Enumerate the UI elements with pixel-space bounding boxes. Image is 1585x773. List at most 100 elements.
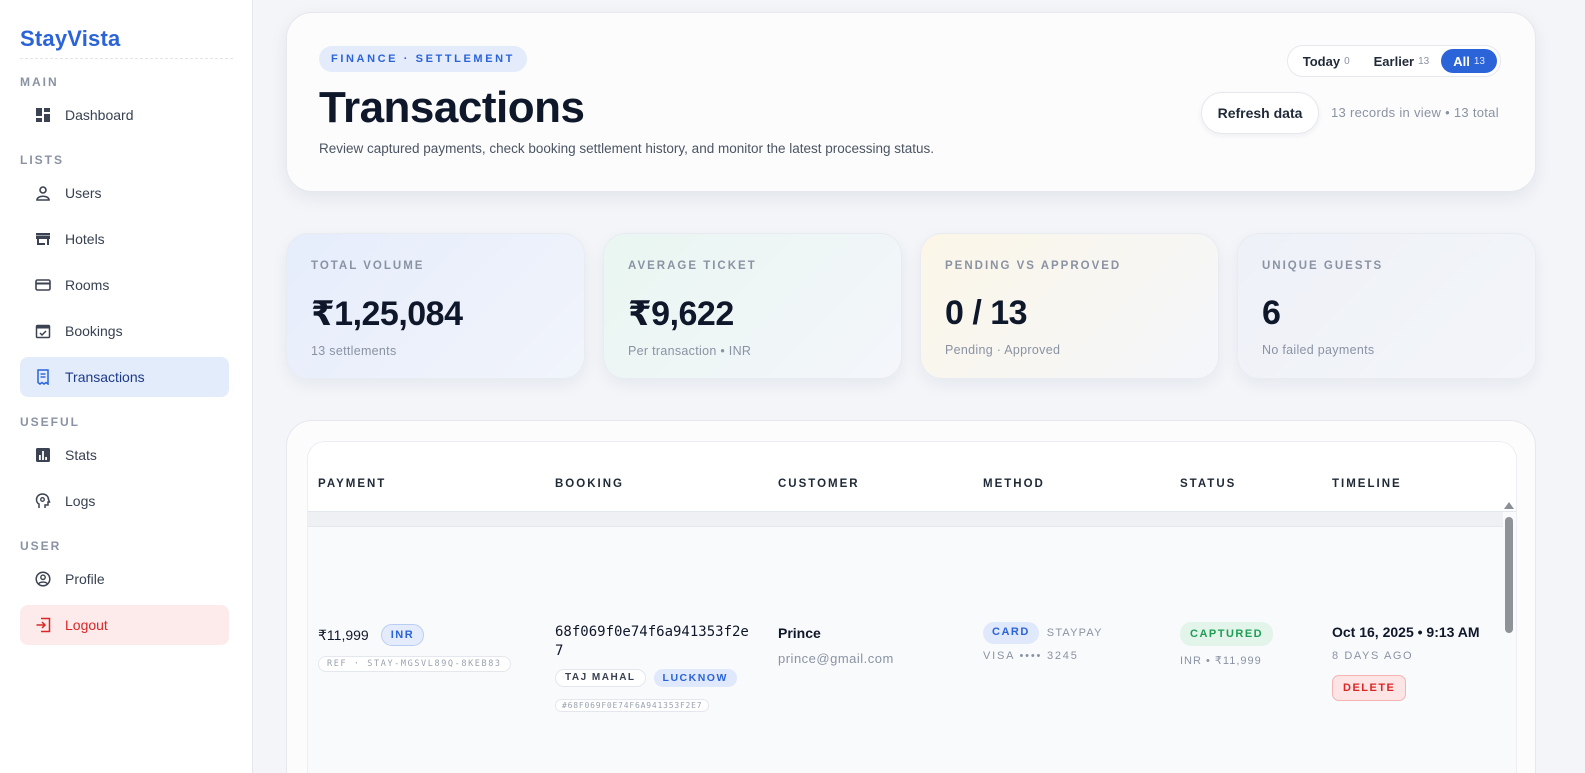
transactions-table-card: PAYMENT BOOKING CUSTOMER METHOD STATUS T… [286, 420, 1536, 773]
sidebar-item-label: Profile [65, 571, 105, 587]
sidebar-item-label: Hotels [65, 231, 105, 247]
booking-id[interactable]: 68f069f0e74f6a941353f2e7 [555, 623, 755, 661]
status-subtext: INR • ₹11,999 [1180, 655, 1262, 667]
logout-button[interactable]: Logout [20, 605, 229, 645]
sidebar-section-useful: USEFUL [20, 415, 80, 429]
scroll-up-arrow-icon[interactable] [1504, 502, 1514, 509]
receipt-icon [35, 369, 51, 385]
sidebar-section-user: USER [20, 539, 62, 553]
stat-label: PENDING VS APPROVED [945, 260, 1122, 272]
booking-hash: #68F069F0E74F6A941353F2E7 [555, 695, 710, 713]
sidebar-item-bookings[interactable]: Bookings [20, 311, 229, 351]
payment-cell: ₹11,999 INR [318, 624, 425, 646]
sidebar-section-main: MAIN [20, 75, 59, 89]
payment-ref-text: REF · STAY-MGSVL89Q-8KEB83 [318, 656, 511, 672]
table-scrollbar-thumb[interactable] [1505, 517, 1513, 633]
transaction-time: Oct 16, 2025 • 9:13 AM [1332, 624, 1480, 640]
sidebar-item-stats[interactable]: Stats [20, 435, 229, 475]
store-icon [35, 231, 51, 247]
stat-subtext: Pending · Approved [945, 343, 1061, 357]
delete-cell: DELETE [1332, 675, 1407, 701]
sidebar-item-profile[interactable]: Profile [20, 559, 229, 599]
refresh-data-button[interactable]: Refresh data [1201, 92, 1319, 134]
sidebar-item-logs[interactable]: Logs [20, 481, 229, 521]
filter-label: Today [1302, 53, 1341, 69]
sidebar-item-label: Logs [65, 493, 96, 509]
payment-ref: REF · STAY-MGSVL89Q-8KEB83 [318, 653, 511, 672]
table-subheader-divider [308, 512, 1503, 527]
status-cell: CAPTURED [1180, 622, 1274, 646]
sidebar-item-dashboard[interactable]: Dashboard [20, 95, 229, 135]
sidebar-item-transactions[interactable]: Transactions [20, 357, 229, 397]
sidebar-item-label: Logout [65, 617, 108, 633]
section-eyebrow: FINANCE · SETTLEMENT [319, 46, 527, 72]
method-cell: CARD STAYPAY [983, 622, 1103, 644]
stat-value: ₹9,622 [628, 295, 734, 333]
sidebar-item-rooms[interactable]: Rooms [20, 265, 229, 305]
gateway-name: STAYPAY [1046, 627, 1103, 639]
column-header-status[interactable]: STATUS [1180, 478, 1236, 490]
sidebar: StayVista MAIN Dashboard LISTS Users Hot… [0, 0, 253, 773]
filter-label: Earlier [1373, 53, 1415, 69]
transactions-table: PAYMENT BOOKING CUSTOMER METHOD STATUS T… [307, 441, 1517, 773]
bar-chart-icon [35, 447, 51, 463]
sidebar-item-label: Users [65, 185, 102, 201]
filter-today[interactable]: Today 0 [1291, 49, 1362, 73]
stat-subtext: No failed payments [1262, 343, 1375, 357]
stat-card-pending-vs-approved: PENDING VS APPROVED 0 / 13 Pending · App… [920, 233, 1219, 379]
customer-name: Prince [778, 625, 821, 641]
relative-time: 8 DAYS AGO [1332, 650, 1414, 662]
stat-label: AVERAGE TICKET [628, 260, 757, 272]
sidebar-section-lists: LISTS [20, 153, 65, 167]
table-header: PAYMENT BOOKING CUSTOMER METHOD STATUS T… [308, 442, 1516, 512]
filter-all[interactable]: All 13 [1441, 49, 1497, 73]
stat-label: UNIQUE GUESTS [1262, 260, 1384, 272]
booking-tags: TAJ MAHAL LUCKNOW [555, 669, 737, 687]
records-count-text: 13 records in view • 13 total [1331, 105, 1499, 120]
column-header-timeline[interactable]: TIMELINE [1332, 478, 1402, 490]
logout-icon [35, 617, 51, 633]
page-subtitle: Review captured payments, check booking … [319, 141, 935, 156]
column-header-booking[interactable]: BOOKING [555, 478, 624, 490]
delete-button[interactable]: DELETE [1332, 675, 1407, 701]
stat-value: 6 [1262, 294, 1281, 332]
user-icon [35, 185, 51, 201]
stat-value: 0 / 13 [945, 294, 1028, 332]
psychology-icon [35, 493, 51, 509]
payment-amount: ₹11,999 [318, 626, 369, 643]
stat-subtext: 13 settlements [311, 344, 397, 358]
status-badge: CAPTURED [1180, 622, 1274, 646]
sidebar-item-hotels[interactable]: Hotels [20, 219, 229, 259]
column-header-customer[interactable]: CUSTOMER [778, 478, 860, 490]
hotel-badge: TAJ MAHAL [555, 669, 646, 687]
city-badge: LUCKNOW [653, 669, 737, 687]
calendar-check-icon [35, 323, 51, 339]
sidebar-item-label: Stats [65, 447, 97, 463]
booking-hash-text: #68F069F0E74F6A941353F2E7 [555, 699, 710, 712]
page-header: FINANCE · SETTLEMENT Transactions Review… [286, 12, 1536, 192]
filter-count: 0 [1344, 55, 1350, 67]
app-logo[interactable]: StayVista [20, 26, 233, 59]
stat-card-total-volume: TOTAL VOLUME ₹1,25,084 13 settlements [286, 233, 585, 379]
stat-card-unique-guests: UNIQUE GUESTS 6 No failed payments [1237, 233, 1536, 379]
credit-card-icon [35, 277, 51, 293]
dashboard-icon [35, 107, 51, 123]
sidebar-item-label: Transactions [65, 369, 145, 385]
filter-earlier[interactable]: Earlier 13 [1362, 49, 1442, 73]
customer-email[interactable]: prince@gmail.com [778, 651, 894, 666]
account-circle-icon [35, 571, 51, 587]
stat-card-average-ticket: AVERAGE TICKET ₹9,622 Per transaction • … [603, 233, 902, 379]
sidebar-item-label: Rooms [65, 277, 110, 293]
sidebar-item-label: Bookings [65, 323, 123, 339]
stat-label: TOTAL VOLUME [311, 260, 425, 272]
time-filter-group: Today 0 Earlier 13 All 13 [1286, 45, 1501, 77]
column-header-payment[interactable]: PAYMENT [318, 478, 386, 490]
sidebar-item-users[interactable]: Users [20, 173, 229, 213]
page-title: Transactions [319, 83, 585, 132]
filter-label: All [1453, 53, 1470, 69]
stat-subtext: Per transaction • INR [628, 344, 752, 358]
column-header-method[interactable]: METHOD [983, 478, 1045, 490]
filter-count: 13 [1418, 55, 1430, 67]
sidebar-item-label: Dashboard [65, 107, 134, 123]
card-info: VISA •••• 3245 [983, 650, 1079, 662]
